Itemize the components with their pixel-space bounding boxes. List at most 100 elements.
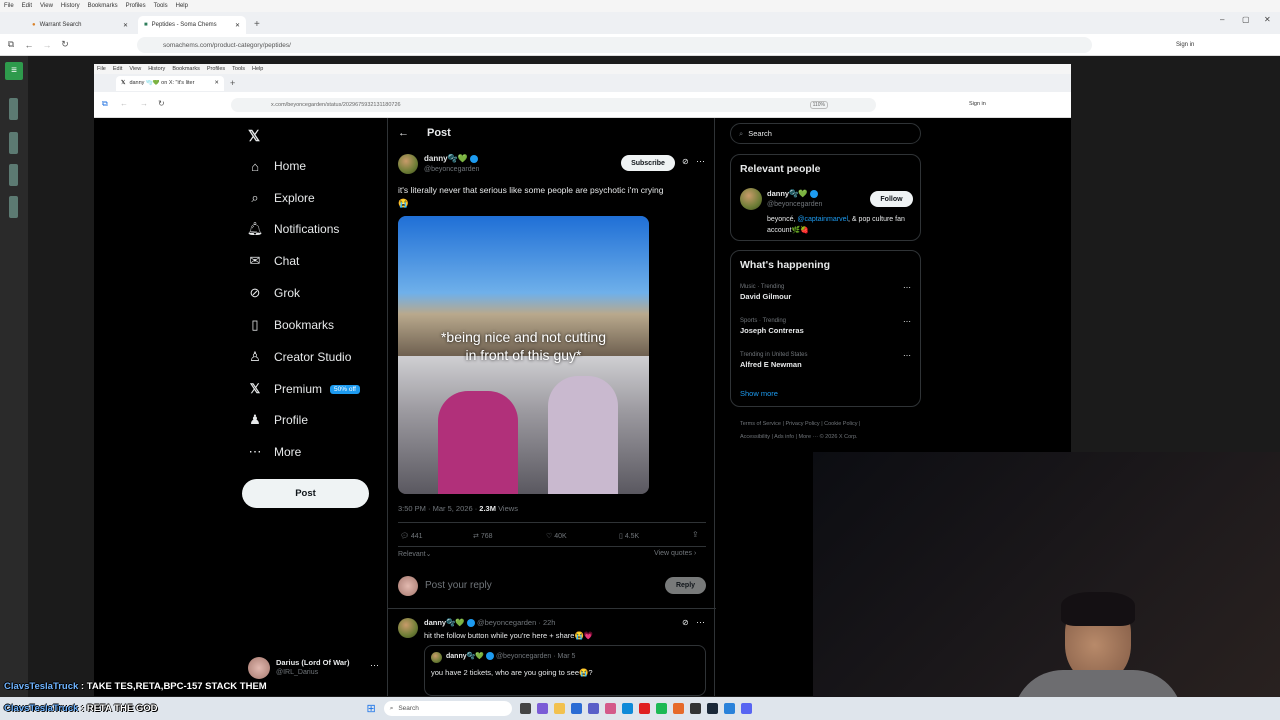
app-icon[interactable] — [723, 703, 735, 714]
author-avatar[interactable] — [398, 618, 418, 638]
menu-bookmarks[interactable]: Bookmarks — [88, 3, 118, 9]
folder-icon[interactable] — [553, 703, 565, 714]
steam-icon[interactable] — [706, 703, 718, 714]
author-avatar[interactable] — [398, 154, 418, 174]
nav-bookmarks[interactable]: ▯ Bookmarks — [248, 317, 334, 332]
nav-more[interactable]: ⋯ More — [248, 444, 302, 459]
forward-icon[interactable]: → — [40, 40, 54, 50]
trend-item[interactable]: Trending in United States Alfred E Newma… — [740, 352, 807, 369]
menu-history[interactable]: History — [61, 3, 80, 9]
app-icon[interactable] — [604, 703, 616, 714]
close-window-icon[interactable]: ✕ — [1264, 15, 1271, 24]
post-video[interactable]: *being nice and not cutting in front of … — [398, 216, 649, 494]
nav-chat[interactable]: ✉ Chat — [248, 253, 300, 268]
more-icon[interactable]: ⋯ — [903, 351, 911, 360]
app-icon[interactable] — [536, 703, 548, 714]
address-bar[interactable]: x.com/beyoncegarden/status/2029675932131… — [231, 98, 876, 112]
menu-icon[interactable]: ≡ — [5, 62, 23, 80]
nav-notifications[interactable]: 🔔︎ Notifications — [247, 221, 340, 236]
x-logo-icon[interactable]: 𝕏 — [248, 127, 260, 145]
youtube-icon[interactable] — [638, 703, 650, 714]
menu-profiles[interactable]: Profiles — [126, 3, 146, 9]
more-icon[interactable]: ⋯ — [696, 156, 705, 167]
back-arrow-icon[interactable]: ← — [398, 127, 409, 139]
like-action[interactable]: ♡ 40K — [546, 532, 567, 540]
menu-history[interactable]: History — [148, 66, 165, 72]
reload-icon[interactable]: ↻ — [158, 99, 165, 108]
reply-input[interactable]: Post your reply — [425, 580, 492, 591]
menu-file[interactable]: File — [97, 66, 106, 72]
menu-tools[interactable]: Tools — [154, 3, 168, 9]
tab-peptides[interactable]: ■ Peptides - Soma Chems ✕ — [138, 16, 246, 34]
windows-start-icon[interactable]: ⊞ — [366, 702, 375, 715]
menu-view[interactable]: View — [129, 66, 141, 72]
menu-edit[interactable]: Edit — [22, 3, 32, 9]
sidebar-icon[interactable]: ⧉ — [102, 99, 108, 109]
taskbar-search[interactable]: ⌕ Search — [383, 701, 512, 716]
trend-item[interactable]: Music · Trending David Gilmour — [740, 284, 791, 301]
close-icon[interactable]: ✕ — [214, 80, 219, 86]
menu-tools[interactable]: Tools — [232, 66, 245, 72]
person-avatar[interactable] — [740, 188, 762, 210]
product-thumb[interactable] — [9, 164, 18, 186]
app-icon[interactable] — [570, 703, 582, 714]
menu-profiles[interactable]: Profiles — [207, 66, 225, 72]
bookmark-action[interactable]: ▯ 4.5K — [619, 532, 639, 540]
more-icon[interactable]: ⋯ — [370, 660, 379, 671]
new-tab-icon[interactable]: + — [254, 19, 260, 30]
search-input[interactable]: ⌕ Search — [730, 123, 921, 144]
grok-icon[interactable]: ⊘ — [682, 618, 689, 627]
reply-header[interactable]: danny🫧💚 @beyoncegarden · 22h — [424, 618, 555, 628]
grok-icon[interactable]: ⊘ — [682, 157, 689, 166]
back-icon[interactable]: ← — [22, 40, 36, 50]
more-icon[interactable]: ⋯ — [903, 317, 911, 326]
spotify-icon[interactable] — [655, 703, 667, 714]
menu-bookmarks[interactable]: Bookmarks — [172, 66, 200, 72]
more-icon[interactable]: ⋯ — [696, 617, 705, 628]
minimize-icon[interactable]: – — [1220, 15, 1224, 24]
follow-button[interactable]: Follow — [870, 191, 913, 207]
repost-action[interactable]: ⇄ 768 — [473, 532, 493, 540]
footer-links[interactable]: Terms of Service | Privacy Policy | Cook… — [740, 418, 925, 444]
nav-profile[interactable]: ♟ Profile — [248, 412, 308, 427]
post-button[interactable]: Post — [242, 479, 369, 508]
author-handle[interactable]: @beyoncegarden — [424, 166, 479, 173]
nav-home[interactable]: ⌂ Home — [248, 159, 306, 174]
tab-warrant-search[interactable]: ● Warrant Search ✕ — [26, 16, 134, 34]
menu-file[interactable]: File — [4, 3, 14, 9]
terminal-icon[interactable] — [689, 703, 701, 714]
post-timestamp[interactable]: 3:50 PM · Mar 5, 2026 · — [398, 504, 479, 513]
menu-help[interactable]: Help — [176, 3, 188, 9]
quoted-post[interactable]: danny🫧💚 @beyoncegarden · Mar 5 you have … — [424, 645, 706, 696]
sidebar-icon[interactable]: ⧉ — [4, 39, 18, 50]
account-switcher[interactable]: Darius (Lord Of War) @IRL_Darius ⋯ — [248, 657, 379, 681]
bio-mention-link[interactable]: @captainmarvel — [797, 216, 848, 223]
teams-icon[interactable] — [587, 703, 599, 714]
signin-button[interactable]: Sign in — [969, 101, 986, 107]
zoom-level[interactable]: 110% — [809, 101, 828, 109]
address-bar[interactable]: somachems.com/product-category/peptides/ — [137, 37, 1092, 53]
nav-explore[interactable]: ⌕ Explore — [248, 190, 314, 205]
more-icon[interactable]: ⋯ — [903, 283, 911, 292]
reply-action[interactable]: 💬︎ 441 — [400, 532, 423, 540]
menu-help[interactable]: Help — [252, 66, 263, 72]
nav-grok[interactable]: ⊘ Grok — [248, 285, 300, 300]
menu-view[interactable]: View — [40, 3, 53, 9]
reload-icon[interactable]: ↻ — [58, 39, 72, 50]
view-quotes-link[interactable]: View quotes › — [654, 550, 696, 557]
sort-relevant[interactable]: Relevant⌄ — [398, 550, 432, 558]
maximize-icon[interactable]: ▢ — [1242, 15, 1250, 24]
product-thumb[interactable] — [9, 98, 18, 120]
signin-button[interactable]: Sign in — [1176, 42, 1194, 48]
person-name-row[interactable]: danny🫧💚 — [767, 189, 818, 199]
taskview-icon[interactable] — [519, 703, 531, 714]
product-thumb[interactable] — [9, 196, 18, 218]
author-name-row[interactable]: danny🫧💚 — [424, 154, 478, 163]
tab-x-post[interactable]: 𝕏 danny 🫧💚 on X: "it's liter ✕ — [116, 75, 224, 91]
menu-edit[interactable]: Edit — [113, 66, 122, 72]
firefox-icon[interactable] — [672, 703, 684, 714]
nav-creator-studio[interactable]: ♙ Creator Studio — [248, 349, 351, 364]
forward-icon[interactable]: → — [140, 99, 148, 108]
close-icon[interactable]: ✕ — [123, 22, 128, 29]
close-icon[interactable]: ✕ — [235, 22, 240, 29]
